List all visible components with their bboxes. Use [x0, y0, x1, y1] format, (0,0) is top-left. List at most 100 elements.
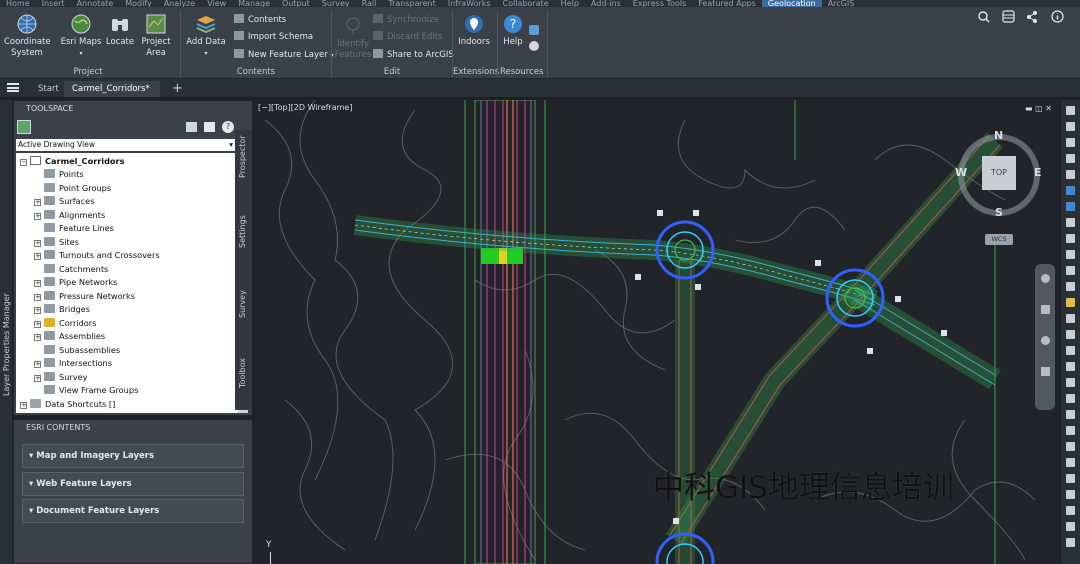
- menu-item-survey[interactable]: Survey: [316, 0, 356, 7]
- import-schema-button[interactable]: Import Schema: [234, 31, 313, 43]
- palette-tool-icon[interactable]: [1066, 282, 1075, 291]
- share-to-arcgis-button[interactable]: Share to ArcGIS: [373, 49, 454, 61]
- document-feature-layers-section[interactable]: ▾ Document Feature Layers: [22, 499, 244, 523]
- restore-icon[interactable]: ◫: [1035, 104, 1043, 113]
- palette-tool-icon[interactable]: [1066, 458, 1075, 467]
- help-button[interactable]: ? Help: [500, 13, 526, 48]
- palette-tool-icon[interactable]: [1066, 202, 1075, 211]
- palette-tool-icon[interactable]: [1066, 394, 1075, 403]
- palette-tool-icon[interactable]: [1066, 522, 1075, 531]
- showmotion-icon[interactable]: [1040, 367, 1050, 376]
- menu-item-rail[interactable]: Rail: [356, 0, 383, 7]
- palette-tool-icon[interactable]: [1066, 218, 1075, 227]
- expand-icon[interactable]: +: [34, 239, 41, 247]
- expand-icon[interactable]: +: [34, 293, 41, 301]
- locate-button[interactable]: Locate: [104, 13, 136, 48]
- tree-item-assemblies[interactable]: + Assemblies: [34, 330, 105, 342]
- tree-item-bridges[interactable]: + Bridges: [34, 303, 90, 315]
- new-tab-button[interactable]: +: [164, 81, 191, 97]
- palette-tool-icon[interactable]: [1066, 138, 1075, 147]
- expand-icon[interactable]: +: [34, 334, 41, 341]
- expand-icon[interactable]: +: [34, 280, 41, 287]
- tree-item-turnouts-and-crossovers[interactable]: + Turnouts and Crossovers: [34, 249, 160, 261]
- palette-tool-icon[interactable]: [1066, 186, 1075, 195]
- identify-features-button[interactable]: Identify Features: [334, 15, 372, 61]
- viewport-label[interactable]: [−][Top][2D Wireframe]: [258, 103, 352, 112]
- menu-item-analyze[interactable]: Analyze: [158, 0, 202, 7]
- palette-tool-icon[interactable]: [1066, 298, 1075, 307]
- navigation-bar[interactable]: [1035, 264, 1055, 410]
- wcs-menu[interactable]: WCS: [985, 234, 1013, 245]
- map-imagery-layers-section[interactable]: ▾ Map and Imagery Layers: [22, 444, 244, 468]
- palette-tool-icon[interactable]: [1066, 266, 1075, 275]
- community-icon[interactable]: [529, 25, 539, 35]
- share-network-icon[interactable]: [1026, 8, 1038, 27]
- palette-tool-icon[interactable]: [1066, 234, 1075, 243]
- palette-tool-icon[interactable]: [1066, 250, 1075, 259]
- palette-tool-icon[interactable]: [1066, 154, 1075, 163]
- discard-edits-button[interactable]: Discard Edits: [373, 31, 443, 43]
- menu-item-help[interactable]: Help: [555, 0, 585, 7]
- esri-maps-button[interactable]: Esri Maps ▾: [60, 13, 102, 59]
- menu-item-infraworks[interactable]: InfraWorks: [442, 0, 497, 7]
- synchronize-button[interactable]: Synchronize: [373, 14, 439, 26]
- compass-east[interactable]: E: [1034, 166, 1042, 179]
- tree-item-pipe-networks[interactable]: + Pipe Networks: [34, 276, 117, 288]
- zoom-icon[interactable]: [1040, 305, 1050, 314]
- menu-item-output[interactable]: Output: [276, 0, 316, 7]
- palette-tool-icon[interactable]: [1066, 330, 1075, 339]
- tree-item-catchments[interactable]: Catchments: [34, 263, 108, 275]
- coordinate-system-button[interactable]: Coordinate System: [4, 13, 51, 59]
- expand-icon[interactable]: +: [34, 199, 41, 206]
- palette-tool-icon[interactable]: [1066, 346, 1075, 355]
- viewcube-face-top[interactable]: TOP: [982, 156, 1016, 190]
- tree-item-sites[interactable]: + Sites: [34, 236, 79, 248]
- tree-item-corridors[interactable]: + Corridors: [34, 317, 96, 329]
- menu-item-view[interactable]: View: [201, 0, 232, 7]
- info-icon[interactable]: [1051, 8, 1064, 27]
- palette-tool-icon[interactable]: [1066, 442, 1075, 451]
- palette-tool-icon[interactable]: [1066, 122, 1075, 131]
- compass-south[interactable]: S: [995, 206, 1003, 219]
- palette-tool-icon[interactable]: [1066, 410, 1075, 419]
- indoors-button[interactable]: Indoors: [455, 13, 493, 48]
- palette-tool-icon[interactable]: [1066, 314, 1075, 323]
- tree-root[interactable]: − Carmel_Corridors: [20, 155, 124, 167]
- tree-item-surfaces[interactable]: + Surfaces: [34, 195, 94, 207]
- menu-item-insert[interactable]: Insert: [36, 0, 71, 7]
- menu-item-collaborate[interactable]: Collaborate: [497, 0, 555, 7]
- close-icon[interactable]: ✕: [1045, 104, 1052, 113]
- tree-item-point-groups[interactable]: Point Groups: [34, 182, 111, 194]
- expand-icon[interactable]: +: [34, 374, 41, 382]
- tree-item-survey[interactable]: + Survey: [34, 371, 87, 383]
- pan-icon[interactable]: [1040, 274, 1050, 283]
- drawing-viewport[interactable]: [−][Top][2D Wireframe] ▬ ◫ ✕ TOP N S E W…: [255, 100, 1060, 564]
- add-data-button[interactable]: Add Data ▾: [184, 13, 228, 59]
- menu-item-add-ins[interactable]: Add-ins: [585, 0, 627, 7]
- menu-item-annotate[interactable]: Annotate: [71, 0, 120, 7]
- layer-properties-manager-panel[interactable]: Layer Properties Manager: [0, 100, 12, 564]
- tab-start[interactable]: Start: [30, 81, 67, 97]
- menu-item-arcgis[interactable]: ArcGIS: [822, 0, 861, 7]
- expand-icon[interactable]: +: [20, 401, 27, 409]
- side-tab-toolbox[interactable]: Toolbox: [238, 358, 247, 388]
- tree-item-alignments[interactable]: + Alignments: [34, 209, 105, 221]
- tree-item-feature-lines[interactable]: Feature Lines: [34, 222, 114, 234]
- contents-button[interactable]: Contents: [234, 14, 286, 26]
- menu-item-manage[interactable]: Manage: [232, 0, 276, 7]
- table-icon[interactable]: [1002, 8, 1015, 27]
- palette-tool-icon[interactable]: [1066, 538, 1075, 547]
- expand-icon[interactable]: +: [34, 212, 41, 220]
- tab-carmel-corridors[interactable]: Carmel_Corridors* ×: [64, 81, 160, 110]
- menu-item-express-tools[interactable]: Express Tools: [627, 0, 693, 7]
- collapse-icon[interactable]: −: [20, 159, 27, 166]
- palette-tool-icon[interactable]: [1066, 378, 1075, 387]
- side-tab-settings[interactable]: Settings: [238, 215, 247, 248]
- palette-tool-icon[interactable]: [1066, 474, 1075, 483]
- tree-item-view-frame-groups[interactable]: View Frame Groups: [34, 384, 138, 396]
- tree-item-intersections[interactable]: + Intersections: [34, 357, 112, 369]
- tree-view-icon[interactable]: [186, 122, 197, 132]
- toolspace-icon[interactable]: [17, 120, 31, 134]
- project-area-button[interactable]: Project Area: [138, 13, 174, 59]
- orbit-icon[interactable]: [1040, 336, 1050, 345]
